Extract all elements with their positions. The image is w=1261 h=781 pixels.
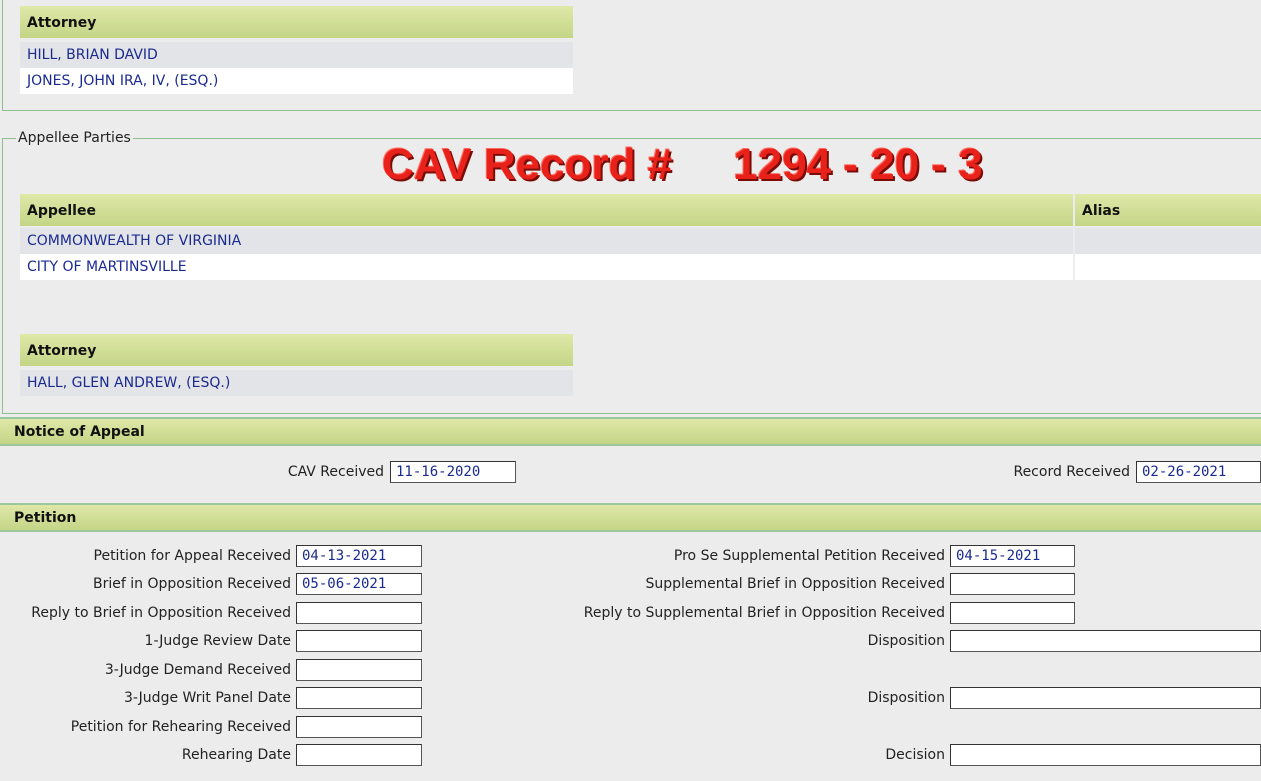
record-received-label: Record Received bbox=[1013, 464, 1130, 480]
reply-to-brief-label: Reply to Brief in Opposition Received bbox=[31, 605, 291, 621]
attorney-row[interactable]: JONES, JOHN IRA, IV, (ESQ.) bbox=[20, 68, 573, 94]
appellee-attorney-header: Attorney bbox=[20, 334, 573, 366]
decision-label: Decision bbox=[885, 747, 945, 763]
three-judge-writ-panel-date-field[interactable] bbox=[296, 687, 422, 709]
writ-panel-disposition-field[interactable] bbox=[950, 687, 1261, 709]
reply-to-supplemental-brief-label: Reply to Supplemental Brief in Oppositio… bbox=[583, 605, 945, 621]
alias-column-header: Alias bbox=[1075, 194, 1261, 226]
reply-to-supplemental-brief-field[interactable] bbox=[950, 602, 1075, 624]
petition-for-rehearing-received-label: Petition for Rehearing Received bbox=[70, 719, 291, 735]
three-judge-writ-panel-date-label: 3-Judge Writ Panel Date bbox=[123, 690, 291, 706]
pro-se-supplemental-petition-field[interactable]: 04-15-2021 bbox=[950, 545, 1075, 567]
disposition-field[interactable] bbox=[950, 630, 1261, 652]
rehearing-date-label: Rehearing Date bbox=[181, 747, 291, 763]
one-judge-review-date-field[interactable] bbox=[296, 630, 422, 652]
appellant-attorney-header: Attorney bbox=[20, 6, 573, 38]
petition-for-rehearing-received-field[interactable] bbox=[296, 716, 422, 738]
pro-se-supplemental-petition-label: Pro Se Supplemental Petition Received bbox=[673, 548, 945, 564]
record-received-field[interactable]: 02-26-2021 bbox=[1136, 461, 1261, 483]
attorney-row[interactable]: HILL, BRIAN DAVID bbox=[20, 42, 573, 68]
supplemental-brief-in-opposition-field[interactable] bbox=[950, 573, 1075, 595]
decision-field[interactable] bbox=[950, 744, 1261, 766]
brief-in-opposition-received-label: Brief in Opposition Received bbox=[93, 576, 291, 592]
writ-panel-disposition-label: Disposition bbox=[867, 690, 945, 706]
three-judge-demand-received-field[interactable] bbox=[296, 659, 422, 681]
reply-to-brief-field[interactable] bbox=[296, 602, 422, 624]
notice-of-appeal-header: Notice of Appeal bbox=[0, 417, 1261, 446]
brief-in-opposition-received-field[interactable]: 05-06-2021 bbox=[296, 573, 422, 595]
attorney-row[interactable]: HALL, GLEN ANDREW, (ESQ.) bbox=[20, 370, 573, 396]
appellee-row[interactable]: CITY OF MARTINSVILLE bbox=[20, 254, 1073, 280]
appellee-column-header: Appellee bbox=[20, 194, 1073, 226]
appellee-parties-legend: Appellee Parties bbox=[16, 130, 133, 146]
appellee-alias-cell bbox=[1075, 254, 1261, 280]
petition-for-appeal-received-field[interactable]: 04-13-2021 bbox=[296, 545, 422, 567]
appellee-alias-cell bbox=[1075, 228, 1261, 254]
one-judge-review-date-label: 1-Judge Review Date bbox=[144, 633, 291, 649]
appellee-row[interactable]: COMMONWEALTH OF VIRGINIA bbox=[20, 228, 1073, 254]
petition-header: Petition bbox=[0, 503, 1261, 532]
cav-received-field[interactable]: 11-16-2020 bbox=[390, 461, 516, 483]
three-judge-demand-received-label: 3-Judge Demand Received bbox=[104, 662, 291, 678]
petition-for-appeal-received-label: Petition for Appeal Received bbox=[93, 548, 291, 564]
disposition-label: Disposition bbox=[867, 633, 945, 649]
supplemental-brief-in-opposition-label: Supplemental Brief in Opposition Receive… bbox=[645, 576, 945, 592]
cav-record-banner: CAV Record # 1294 - 20 - 3 bbox=[382, 140, 983, 189]
rehearing-date-field[interactable] bbox=[296, 744, 422, 766]
cav-received-label: CAV Received bbox=[287, 464, 384, 480]
